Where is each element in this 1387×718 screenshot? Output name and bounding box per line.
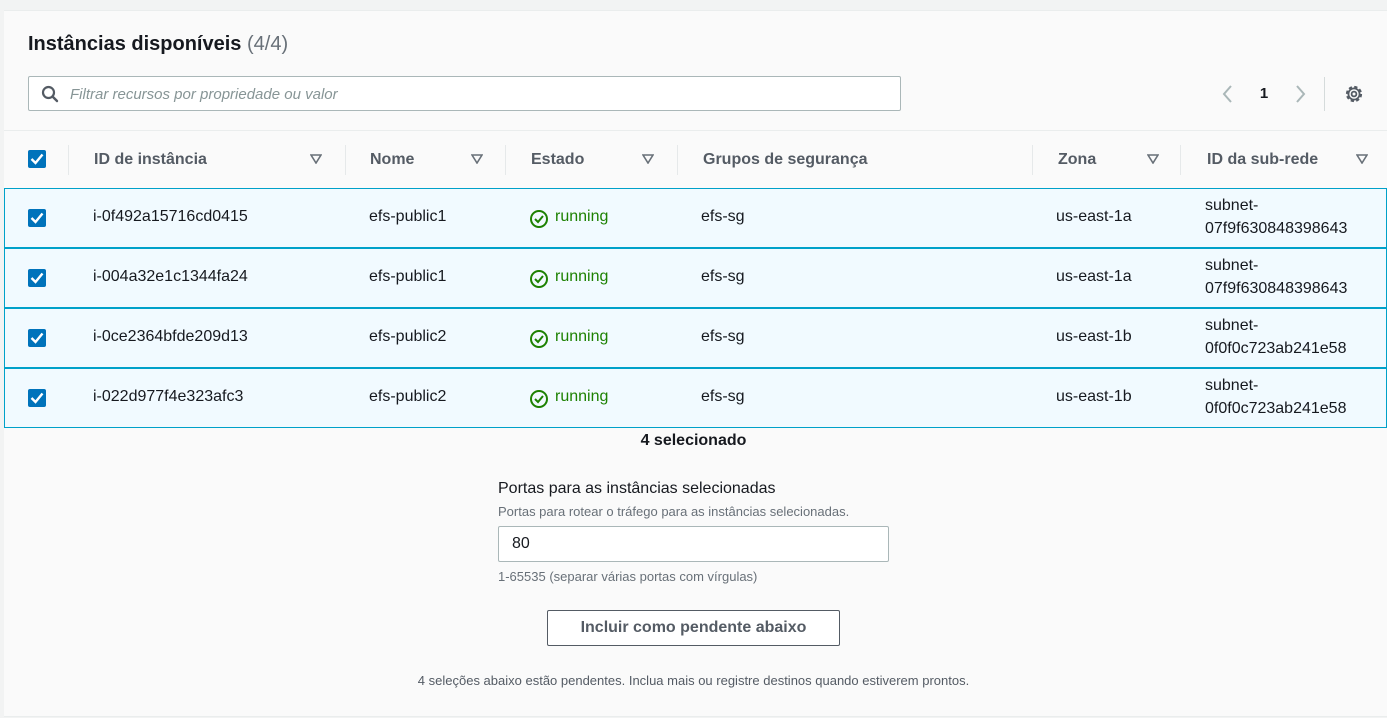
table-row[interactable]: i-0f492a15716cd0415 efs-public1 running … <box>4 188 1387 248</box>
ports-field-description: Portas para rotear o tráfego para as ins… <box>498 504 850 519</box>
cell-subnet-line2: 07f9f630848398643 <box>1205 280 1348 297</box>
cell-state: running <box>555 268 609 285</box>
chevron-right-icon <box>1296 85 1306 103</box>
cell-subnet-line2: 0f0f0c723ab241e58 <box>1205 340 1347 357</box>
gear-icon[interactable] <box>1343 83 1365 105</box>
column-header-state[interactable]: Estado <box>531 131 584 189</box>
check-circle-icon <box>530 210 548 228</box>
cell-state: running <box>555 328 609 345</box>
sort-caret-icon[interactable] <box>642 154 654 164</box>
include-as-pending-button[interactable]: Incluir como pendente abaixo <box>547 610 840 646</box>
check-circle-icon <box>530 390 548 408</box>
cell-security-group: efs-sg <box>701 268 745 285</box>
row-checkbox[interactable] <box>28 329 46 347</box>
pagination-next-button[interactable] <box>1290 81 1310 107</box>
cell-instance-id: i-0f492a15716cd0415 <box>93 208 248 225</box>
sort-caret-icon[interactable] <box>1147 154 1159 164</box>
panel-title: Instâncias disponíveis (4/4) <box>28 33 288 56</box>
cell-state: running <box>555 388 609 405</box>
cell-subnet-line1: subnet- <box>1205 377 1259 394</box>
column-divider <box>1032 145 1033 175</box>
sort-caret-icon[interactable] <box>1356 154 1368 164</box>
ports-field-label: Portas para as instâncias selecionadas <box>498 480 776 497</box>
cell-zone: us-east-1a <box>1056 268 1132 285</box>
search-icon <box>41 85 59 103</box>
column-divider <box>345 145 346 175</box>
cell-state: running <box>555 208 609 225</box>
checkbox-checked-icon <box>30 272 44 284</box>
checkbox-checked-icon <box>30 392 44 404</box>
cell-security-group: efs-sg <box>701 328 745 345</box>
ports-field-hint: 1-65535 (separar várias portas com vírgu… <box>498 569 758 584</box>
ports-input[interactable]: 80 <box>498 526 889 562</box>
panel-title-count: (4/4) <box>246 33 289 55</box>
checkbox-checked-icon <box>30 212 44 224</box>
sort-caret-icon[interactable] <box>310 154 322 164</box>
checkbox-checked-icon <box>30 153 44 165</box>
pagination-prev-button[interactable] <box>1218 81 1238 107</box>
column-divider <box>505 145 506 175</box>
sort-caret-icon[interactable] <box>471 154 483 164</box>
chevron-left-icon <box>1222 85 1232 103</box>
row-checkbox[interactable] <box>28 389 46 407</box>
column-header-zone[interactable]: Zona <box>1058 131 1096 189</box>
pagination-divider <box>1324 77 1325 111</box>
cell-zone: us-east-1b <box>1056 388 1132 405</box>
pagination-page-number[interactable]: 1 <box>1257 81 1271 107</box>
cell-subnet-line1: subnet- <box>1205 257 1259 274</box>
check-circle-icon <box>530 330 548 348</box>
cell-zone: us-east-1a <box>1056 208 1132 225</box>
table-row[interactable]: i-004a32e1c1344fa24 efs-public1 running … <box>4 248 1387 308</box>
filter-search-input[interactable]: Filtrar recursos por propriedade ou valo… <box>28 76 901 111</box>
column-header-name[interactable]: Nome <box>370 131 414 189</box>
row-checkbox[interactable] <box>28 209 46 227</box>
table-row[interactable]: i-0ce2364bfde209d13 efs-public2 running … <box>4 308 1387 368</box>
column-header-instance-id[interactable]: ID de instância <box>94 131 207 189</box>
cell-instance-id: i-0ce2364bfde209d13 <box>93 328 248 345</box>
cell-instance-id: i-022d977f4e323afc3 <box>93 388 244 405</box>
column-divider <box>1180 145 1181 175</box>
table-header: ID de instância Nome Estado Grupos de se… <box>4 130 1387 188</box>
table-row[interactable]: i-022d977f4e323afc3 efs-public2 running … <box>4 368 1387 428</box>
column-divider <box>677 145 678 175</box>
check-circle-icon <box>530 270 548 288</box>
select-all-checkbox[interactable] <box>28 150 46 168</box>
cell-name: efs-public1 <box>369 268 447 285</box>
cell-subnet-line1: subnet- <box>1205 317 1259 334</box>
row-checkbox[interactable] <box>28 269 46 287</box>
cell-subnet-line2: 07f9f630848398643 <box>1205 220 1348 237</box>
cell-subnet-line1: subnet- <box>1205 197 1259 214</box>
filter-search-placeholder: Filtrar recursos por propriedade ou valo… <box>70 86 338 103</box>
column-header-security-groups: Grupos de segurança <box>703 151 868 168</box>
cell-zone: us-east-1b <box>1056 328 1132 345</box>
cell-security-group: efs-sg <box>701 388 745 405</box>
cell-name: efs-public2 <box>369 388 447 405</box>
cell-name: efs-public1 <box>369 208 447 225</box>
cell-name: efs-public2 <box>369 328 447 345</box>
cell-subnet-line2: 0f0f0c723ab241e58 <box>1205 400 1347 417</box>
panel-title-text: Instâncias disponíveis <box>28 33 242 55</box>
column-header-subnet-id[interactable]: ID da sub-rede <box>1207 131 1318 189</box>
pending-selections-note: 4 seleções abaixo estão pendentes. Inclu… <box>417 673 970 688</box>
cell-instance-id: i-004a32e1c1344fa24 <box>93 268 248 285</box>
column-divider <box>68 145 69 175</box>
checkbox-checked-icon <box>30 332 44 344</box>
selected-count-label: 4 selecionado <box>640 432 747 449</box>
cell-security-group: efs-sg <box>701 208 745 225</box>
